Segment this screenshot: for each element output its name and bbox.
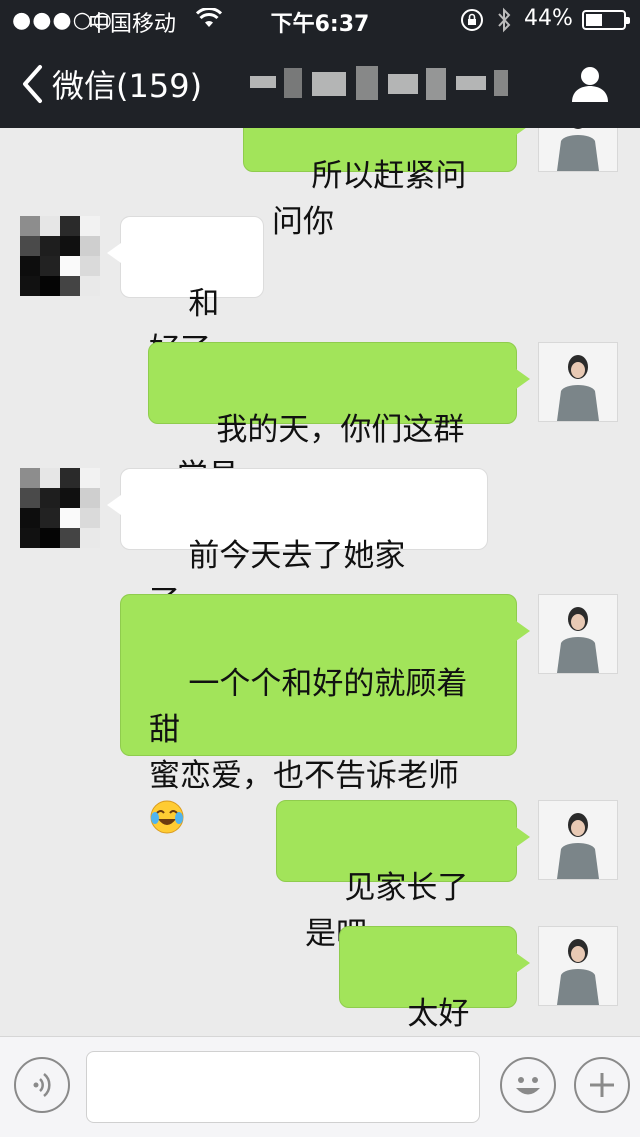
chevron-left-icon <box>23 65 42 103</box>
contact-avatar[interactable] <box>20 468 100 548</box>
message-bubble-outgoing[interactable]: 太好了！ <box>339 926 530 1032</box>
nav-bar: 微信(159) <box>0 40 640 128</box>
message-text: 所以赶紧问问你 <box>272 158 467 240</box>
woman-portrait <box>539 595 617 673</box>
bluetooth-icon <box>498 7 511 33</box>
voice-icon <box>33 1073 51 1097</box>
pixelated-avatar <box>20 468 100 548</box>
battery-icon <box>582 10 630 30</box>
crying-laughing-emoji <box>149 707 185 834</box>
message-text: 太好了！ <box>407 996 470 1032</box>
pixelated-avatar <box>20 216 100 296</box>
my-avatar[interactable] <box>538 128 618 172</box>
message-bubble-outgoing[interactable]: 所以赶紧问问你 <box>243 128 530 240</box>
my-avatar[interactable] <box>538 800 618 880</box>
message-bubble-outgoing[interactable]: 我的天，你们这群学员 <box>148 342 530 494</box>
battery-level <box>586 14 602 26</box>
emoji-icon <box>516 1077 540 1095</box>
status-bar: ●●●○○ 中国移动 下午6:37 44% <box>0 0 640 40</box>
top-bar: ●●●○○ 中国移动 下午6:37 44% 微信(159) <box>0 0 640 128</box>
woman-portrait <box>539 128 617 171</box>
battery-percent: 44% <box>524 6 573 31</box>
woman-portrait <box>539 927 617 1005</box>
message-bubble-incoming[interactable]: 前今天去了她家了。。 <box>107 468 488 620</box>
my-avatar[interactable] <box>538 926 618 1006</box>
chat-title-obscured <box>250 64 510 104</box>
back-button[interactable]: 微信(159) <box>20 62 202 106</box>
plus-icon <box>590 1073 614 1097</box>
message-bubble-outgoing[interactable]: 见家长了是吧 <box>276 800 530 952</box>
back-label: 微信(159) <box>52 67 203 105</box>
woman-portrait <box>539 343 617 421</box>
chat-area[interactable]: 所以赶紧问问你 和好了 我的天，你们这群学员 <box>0 128 640 1036</box>
woman-portrait <box>539 801 617 879</box>
my-avatar[interactable] <box>538 342 618 422</box>
more-button[interactable] <box>574 1057 630 1113</box>
message-input[interactable] <box>86 1051 480 1123</box>
person-icon[interactable] <box>568 64 612 104</box>
my-avatar[interactable] <box>538 594 618 674</box>
message-bubble-outgoing[interactable]: 一个个和好的就顾着甜 蜜恋爱，也不告诉老师 <box>120 594 530 834</box>
voice-button[interactable] <box>14 1057 70 1113</box>
message-bubble-incoming[interactable]: 和好了 <box>107 216 264 368</box>
rotation-lock-icon <box>461 9 483 31</box>
input-bar <box>0 1036 640 1137</box>
contact-avatar[interactable] <box>20 216 100 296</box>
emoji-button[interactable] <box>500 1057 556 1113</box>
